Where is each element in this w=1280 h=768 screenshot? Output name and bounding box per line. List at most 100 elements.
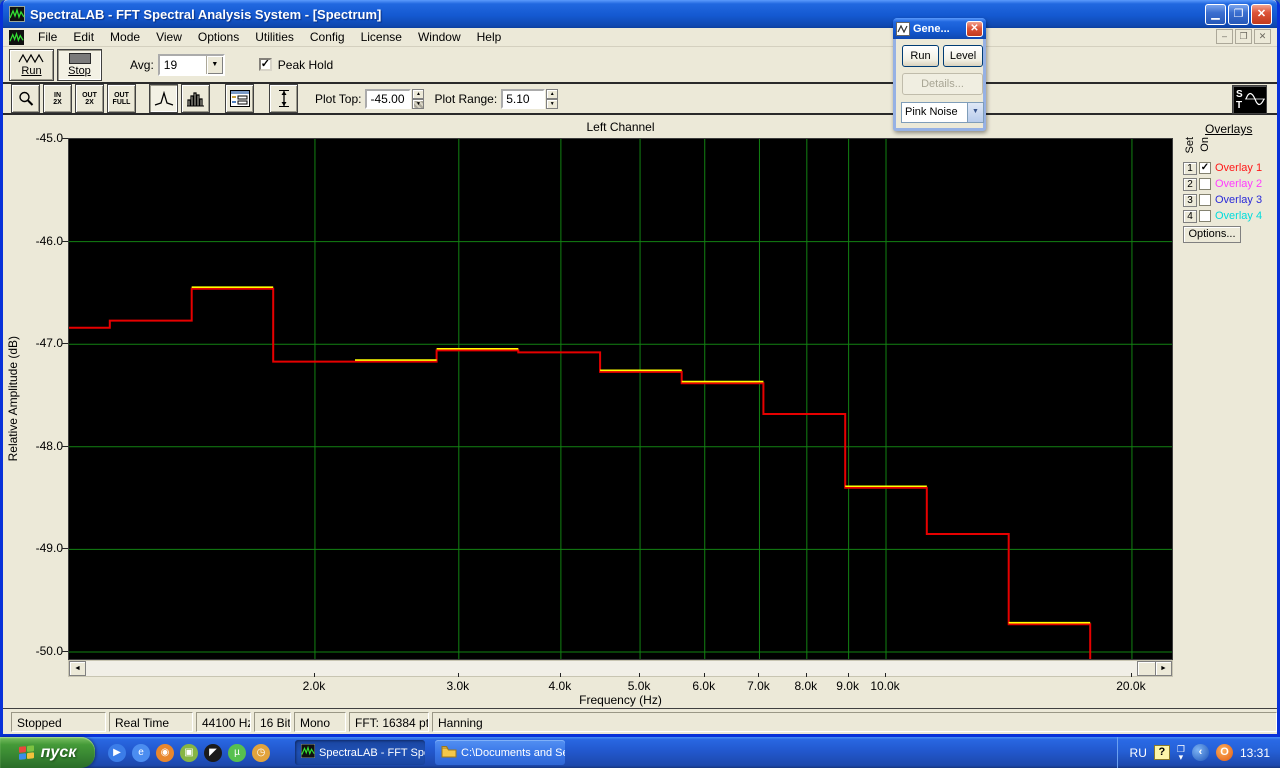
overlays-options-button[interactable]: Options... [1183, 226, 1241, 243]
overlays-title: Overlays [1205, 122, 1253, 136]
opera-tray-icon[interactable]: O [1215, 744, 1233, 761]
menu-view[interactable]: View [148, 29, 190, 45]
spinner-up-icon[interactable]: ▲ [412, 88, 425, 99]
signal-type-combobox[interactable]: Pink Noise ▼ [901, 102, 984, 123]
task-button-label: C:\Documents and Se... [461, 746, 565, 759]
child-restore-button[interactable]: ❐ [1235, 29, 1252, 44]
clock-icon[interactable]: ◷ [252, 743, 270, 762]
spinner-down-icon[interactable]: ▼ [412, 98, 425, 109]
bat-icon[interactable]: ◤ [204, 743, 222, 762]
signal-generator-button[interactable]: ST [1232, 85, 1267, 114]
y-tick--50.0: -50.0 [35, 644, 63, 658]
signal-generator-icon: ST [1236, 89, 1265, 111]
maximize-button[interactable]: ❐ [1228, 4, 1249, 25]
overlay-1-on-checkbox[interactable]: ✓ [1199, 162, 1211, 174]
plot-top-field[interactable] [365, 88, 412, 109]
spectrum-window-icon[interactable] [9, 29, 24, 45]
child-minimize-button[interactable]: – [1216, 29, 1233, 44]
generator-run-button[interactable]: Run [902, 45, 939, 67]
menu-license[interactable]: License [353, 29, 410, 45]
chevron-down-icon[interactable]: ▼ [967, 103, 983, 122]
peak-hold-checkbox[interactable]: ✓ [258, 58, 272, 71]
menu-help[interactable]: Help [469, 29, 510, 45]
overlay-3-set-button[interactable]: 3 [1183, 193, 1197, 207]
scroll-right-arrow-icon[interactable]: ► [1155, 661, 1172, 676]
plot-canvas[interactable] [68, 138, 1173, 662]
collapse-tray-icon[interactable]: ‹ [1191, 744, 1209, 761]
spectrum-view-button[interactable] [149, 84, 178, 113]
menu-mode[interactable]: Mode [102, 29, 148, 45]
overlay-3-on-checkbox[interactable] [1199, 194, 1211, 206]
utorrent-icon[interactable]: µ [228, 743, 246, 762]
generator-close-icon[interactable]: ✕ [966, 20, 983, 37]
menu-utilities[interactable]: Utilities [247, 29, 302, 45]
waveform-icon [17, 53, 44, 63]
x-axis-title: Frequency (Hz) [579, 693, 662, 707]
titlebar[interactable]: SpectraLAB - FFT Spectral Analysis Syste… [3, 0, 1277, 28]
frequency-scrollbar[interactable]: ◄ ► [68, 660, 1173, 677]
generator-titlebar[interactable]: Gene... ✕ [893, 18, 986, 39]
display-options-button[interactable] [225, 84, 254, 113]
task-button-1[interactable]: SpectraLAB - FFT Spe... [295, 740, 425, 765]
menu-file[interactable]: File [30, 29, 65, 45]
y-tick--47.0: -47.0 [35, 336, 63, 351]
image-viewer-icon[interactable]: ▣ [180, 743, 198, 762]
child-close-button[interactable]: ✕ [1254, 29, 1271, 44]
keyboard-helper-icon[interactable]: ? [1153, 745, 1170, 760]
menu-window[interactable]: Window [410, 29, 469, 45]
plot-top-label: Plot Top: [315, 91, 362, 106]
y-tick--46.0: -46.0 [35, 233, 63, 248]
zoom-button[interactable] [11, 84, 40, 113]
overlay-4-set-button[interactable]: 4 [1183, 209, 1197, 223]
bar-chart-icon [186, 91, 204, 106]
overlay-3-label: Overlay 3 [1215, 194, 1263, 206]
chevron-down-icon[interactable]: ▼ [205, 55, 223, 74]
hidden-icons-toggle[interactable]: ❐ ▾ [1177, 744, 1185, 761]
run-button[interactable]: Run [9, 48, 54, 81]
plot-range-spinner[interactable]: ▲ ▼ [546, 88, 559, 109]
task-button-2[interactable]: C:\Documents and Se... [435, 740, 565, 765]
media-player-icon[interactable]: ▶ [108, 743, 126, 762]
zoom-out-full-button[interactable]: OUT FULL [107, 84, 136, 113]
minimize-button[interactable]: ▁ [1205, 4, 1226, 25]
stop-button[interactable]: Stop [57, 48, 102, 81]
clock[interactable]: 13:31 [1240, 746, 1270, 760]
amplitude-scale-button[interactable] [269, 84, 298, 113]
plot-range-field[interactable] [501, 88, 546, 109]
zoom-in-2x-button[interactable]: IN 2X [43, 84, 72, 113]
zoom-out-2x-label-bottom: 2X [85, 98, 94, 106]
avg-combobox[interactable]: 19 ▼ [157, 53, 225, 76]
system-tray: RU ? ❐ ▾ ‹ O 13:31 [1117, 737, 1280, 768]
menu-options[interactable]: Options [190, 29, 247, 45]
internet-explorer-icon[interactable]: e [132, 743, 150, 762]
spinner-down-icon[interactable]: ▼ [546, 98, 559, 109]
scroll-left-arrow-icon[interactable]: ◄ [69, 661, 86, 676]
scrollbar-thumb[interactable] [1137, 661, 1156, 676]
close-button[interactable]: ✕ [1251, 4, 1272, 25]
start-button[interactable]: пуск [0, 737, 95, 768]
zoom-out-2x-button[interactable]: OUT 2X [75, 84, 104, 113]
svg-text:T: T [1236, 100, 1242, 111]
generator-level-button[interactable]: Level [943, 45, 983, 67]
menu-edit[interactable]: Edit [65, 29, 102, 45]
overlay-4-on-checkbox[interactable] [1199, 210, 1211, 222]
status-bar: Stopped Real Time 44100 Hz 16 Bit Mono FFT: 1… [3, 708, 1277, 734]
overlay-2-on-checkbox[interactable] [1199, 178, 1211, 190]
plot-top-spinner[interactable]: ▲ ▼ [412, 88, 425, 109]
y-tick--48.0: -48.0 [35, 438, 63, 453]
language-indicator[interactable]: RU [1130, 746, 1147, 760]
bar-view-button[interactable] [181, 84, 210, 113]
overlay-2-set-button[interactable]: 2 [1183, 177, 1197, 191]
x-tick-mark [758, 673, 760, 677]
x-tick-3.0k: 3.0k [446, 679, 470, 693]
x-tick-mark [313, 673, 315, 677]
menu-config[interactable]: Config [302, 29, 353, 45]
overlay-row-4: 4 Overlay 4 [1183, 208, 1262, 224]
desktop: SpectraLAB - FFT Spectral Analysis Syste… [0, 0, 1280, 768]
x-tick-20.0k: 20.0k [1116, 679, 1146, 693]
spinner-up-icon[interactable]: ▲ [546, 88, 559, 99]
x-tick-6.0k: 6.0k [692, 679, 716, 693]
peak-curve-icon [154, 90, 173, 106]
overlay-1-set-button[interactable]: 1 [1183, 161, 1197, 175]
chrome-icon[interactable]: ◉ [156, 743, 174, 762]
